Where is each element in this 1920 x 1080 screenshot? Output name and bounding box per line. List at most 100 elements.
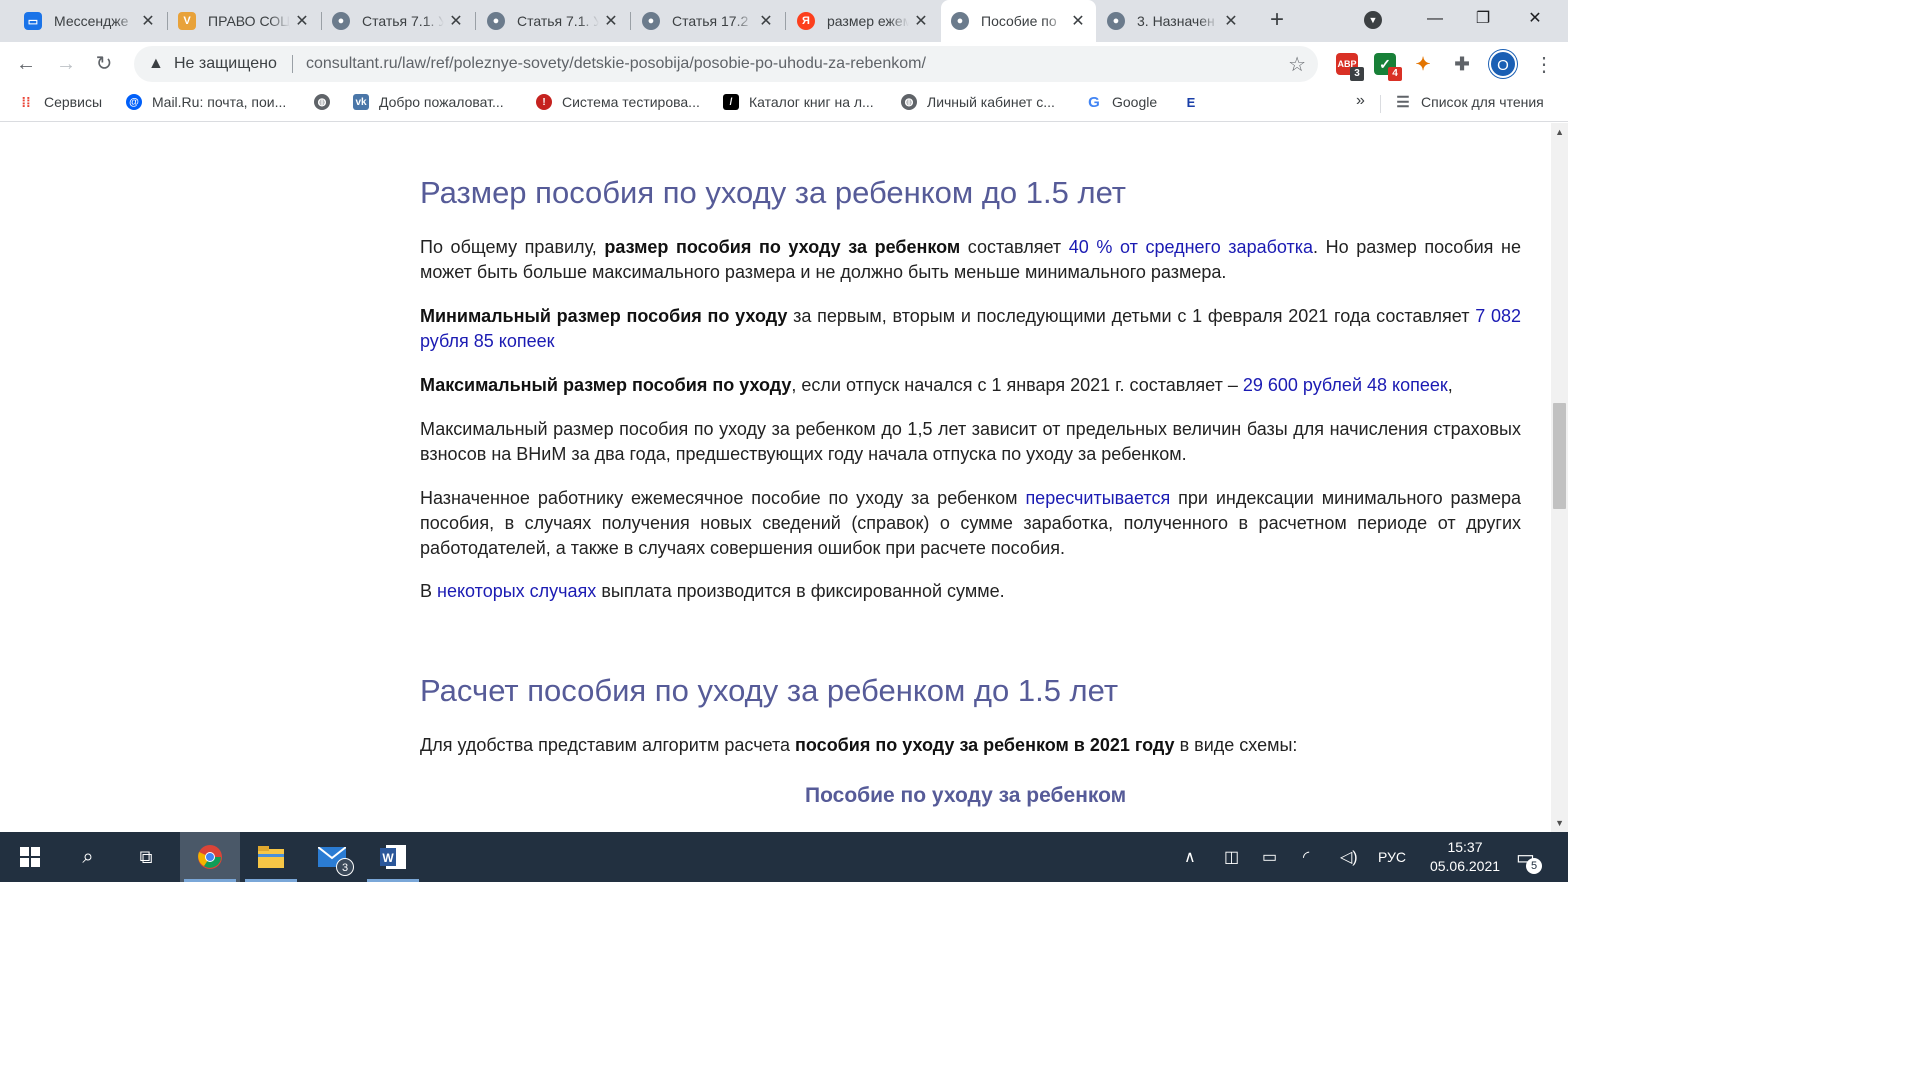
tab-title: Статья 17.2 (672, 13, 749, 29)
battery-icon[interactable]: ▭ (1262, 832, 1277, 882)
url-text[interactable]: consultant.ru/law/ref/poleznye-sovety/de… (306, 55, 926, 73)
bookmark-mailru[interactable]: @ Mail.Ru: почта, пои... (126, 94, 286, 110)
bookmark-e[interactable]: E (1183, 94, 1209, 110)
back-button[interactable]: ← (12, 50, 40, 78)
abp-extension-icon[interactable]: ABP 3 (1336, 53, 1364, 81)
windows-logo-icon (20, 847, 40, 867)
chat-icon: ▭ (24, 12, 42, 30)
camera-tray-icon[interactable]: ◫ (1224, 832, 1239, 882)
minimize-icon[interactable]: — (1412, 0, 1458, 38)
tab-statya-3[interactable]: ● Статья 17.2 ✕ (632, 0, 784, 42)
forward-button[interactable]: → (52, 50, 80, 78)
star-extension-icon[interactable]: ✦ (1412, 53, 1434, 75)
bookmark-label: Google (1112, 94, 1158, 110)
bookmark-globe-1[interactable]: ◍ (314, 94, 340, 110)
tab-search-icon[interactable]: ▼ (1364, 11, 1382, 29)
person-icon: ● (332, 12, 350, 30)
reading-list-button[interactable]: ☰ Список для чтения (1395, 94, 1543, 111)
bookmark-books[interactable]: / Каталог книг на л... (723, 94, 874, 110)
bookmark-vk[interactable]: vk Добро пожаловат... (353, 94, 504, 110)
link-average-earnings[interactable]: 40 % от среднего заработка (1069, 237, 1313, 257)
tab-yandex[interactable]: Я размер ежем ✕ (787, 0, 939, 42)
language-indicator[interactable]: РУС (1378, 832, 1406, 882)
running-indicator (245, 879, 297, 882)
reading-list-icon: ☰ (1396, 94, 1410, 111)
tray-overflow-icon[interactable]: ∧ (1184, 832, 1196, 882)
page-scrollbar[interactable]: ▲ ▼ (1551, 123, 1568, 832)
vk-icon: vk (353, 94, 369, 110)
taskbar-mail[interactable]: 3 (302, 832, 362, 882)
check-extension-icon[interactable]: ✓ 4 (1374, 53, 1402, 81)
tab-statya-1[interactable]: ● Статья 7.1. У ✕ (322, 0, 474, 42)
close-icon[interactable]: ✕ (140, 11, 156, 31)
running-indicator (367, 879, 419, 882)
scrollbar-thumb[interactable] (1553, 403, 1566, 509)
warning-icon[interactable]: ▲ (148, 55, 164, 73)
bookmark-cabinet[interactable]: ◍ Личный кабинет с... (901, 94, 1055, 110)
profile-avatar[interactable]: O (1489, 50, 1517, 78)
new-tab-button[interactable]: + (1264, 8, 1290, 34)
close-icon[interactable]: ✕ (1070, 11, 1086, 31)
link-recalculated[interactable]: пересчитывается (1025, 488, 1170, 508)
notifications-icon[interactable]: ▭ 5 (1516, 832, 1542, 882)
folder-icon (258, 846, 284, 868)
text: В (420, 581, 438, 601)
bookmark-star-icon[interactable]: ☆ (1288, 52, 1306, 77)
omnibox-divider (292, 55, 293, 73)
taskbar-explorer[interactable] (241, 832, 301, 882)
link-some-cases[interactable]: некоторых случаях (437, 581, 596, 601)
bookmark-services[interactable]: ⁞⁞ Сервисы (18, 94, 102, 110)
bookmarks-overflow-icon[interactable]: » (1356, 92, 1365, 110)
text: за первым, вторым и последующими детьми … (787, 306, 1476, 326)
security-status[interactable]: Не защищено (174, 55, 277, 73)
close-icon[interactable]: ✕ (294, 11, 310, 31)
tab-posobie-active[interactable]: ● Пособие по ✕ (941, 0, 1096, 42)
scroll-up-icon[interactable]: ▲ (1555, 127, 1564, 137)
search-icon[interactable]: ⌕ (58, 832, 118, 882)
extensions-puzzle-icon[interactable]: ✚ (1451, 53, 1473, 75)
network-icon[interactable]: ◜ (1303, 832, 1309, 882)
volume-icon[interactable]: ◁) (1340, 832, 1358, 882)
taskbar-word[interactable]: W (363, 832, 423, 882)
globe-icon: ◍ (901, 94, 917, 110)
bookmark-google[interactable]: G Google (1086, 94, 1158, 111)
person-icon: ● (1107, 12, 1125, 30)
close-icon[interactable]: ✕ (448, 11, 464, 31)
link-maximum-amount[interactable]: 29 600 рублей 48 копеек (1243, 375, 1448, 395)
clock-time: 15:37 (1447, 839, 1483, 855)
yandex-icon: Я (797, 12, 815, 30)
globe-icon: ◍ (314, 94, 330, 110)
chrome-icon (198, 845, 222, 869)
bookmark-test-system[interactable]: ! Система тестирова... (536, 94, 700, 110)
clock[interactable]: 15:37 05.06.2021 (1420, 838, 1510, 876)
tab-messenger[interactable]: ▭ Мессендже ✕ (14, 0, 166, 42)
extension-badge: 4 (1388, 67, 1402, 81)
window-close-icon[interactable]: ✕ (1512, 0, 1558, 38)
address-bar[interactable]: ▲ Не защищено consultant.ru/law/ref/pole… (134, 46, 1318, 82)
mail-badge: 3 (336, 858, 354, 876)
browser-menu-icon[interactable]: ⋮ (1534, 52, 1554, 77)
text: , если отпуск начался с 1 января 2021 г.… (791, 375, 1243, 395)
start-button[interactable] (0, 832, 60, 882)
tab-pravo[interactable]: V ПРАВО СОЦ ✕ (168, 0, 320, 42)
paragraph-maximum-depends: Максимальный размер пособия по уходу за … (420, 419, 1521, 464)
tab-title: Статья 7.1. У (362, 13, 444, 29)
tab-naznachenie[interactable]: ● 3. Назначен ✕ (1097, 0, 1249, 42)
law-icon: V (178, 12, 196, 30)
scroll-down-icon[interactable]: ▼ (1555, 818, 1564, 828)
paragraph-fixed-sum: В некоторых случаях выплата производится… (420, 579, 1521, 604)
text: По общему правилу, (420, 237, 605, 257)
close-icon[interactable]: ✕ (913, 11, 929, 31)
clock-date: 05.06.2021 (1429, 858, 1501, 874)
close-icon[interactable]: ✕ (603, 11, 619, 31)
word-icon: W (380, 845, 406, 869)
close-icon[interactable]: ✕ (758, 11, 774, 31)
taskbar-chrome[interactable] (180, 832, 240, 882)
close-icon[interactable]: ✕ (1223, 11, 1239, 31)
reload-button[interactable]: ↻ (90, 50, 118, 78)
person-icon: ● (487, 12, 505, 30)
task-view-icon[interactable]: ⧉ (116, 832, 176, 882)
restore-icon[interactable]: ❐ (1460, 0, 1506, 38)
mailru-icon: @ (126, 94, 142, 110)
tab-statya-2[interactable]: ● Статья 7.1. У ✕ (477, 0, 629, 42)
